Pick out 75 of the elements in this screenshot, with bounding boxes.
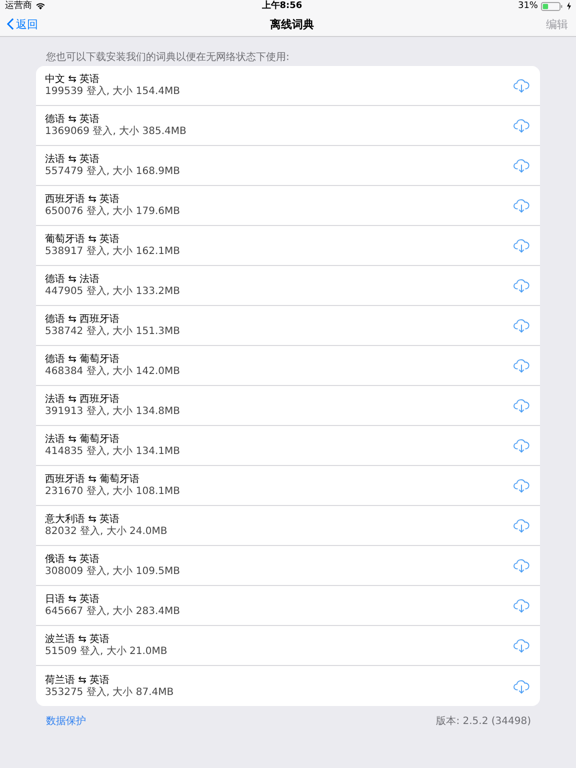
dictionary-title: 德语 ⇆ 法语 (45, 274, 101, 286)
dictionary-detail: 199539 登入, 大小 154.4MB (45, 86, 180, 97)
dictionary-detail: 447905 登入, 大小 133.2MB (45, 286, 180, 297)
dictionary-title: 意大利语 ⇆ 英语 (45, 514, 121, 526)
dictionary-title: 葡萄牙语 ⇆ 英语 (45, 234, 121, 246)
cloud-download-icon[interactable] (513, 478, 530, 493)
dictionary-row[interactable]: 德语 ⇆ 葡萄牙语 468384 登入, 大小 142.0MB (36, 346, 540, 386)
dictionary-row[interactable]: 西班牙语 ⇆ 英语 650076 登入, 大小 179.6MB (36, 186, 540, 226)
cloud-download-icon[interactable] (513, 238, 530, 253)
cloud-download-icon[interactable] (513, 518, 530, 533)
cloud-download-icon[interactable] (513, 598, 530, 613)
wifi-icon (35, 2, 46, 10)
dictionary-row[interactable]: 日语 ⇆ 英语 645667 登入, 大小 283.4MB (36, 586, 540, 626)
cloud-download-icon[interactable] (513, 158, 530, 173)
dictionary-title: 中文 ⇆ 英语 (45, 74, 101, 86)
back-button[interactable]: 返回 (7, 16, 38, 32)
cloud-download-icon[interactable] (513, 438, 530, 453)
dictionary-title: 西班牙语 ⇆ 英语 (45, 194, 121, 206)
cloud-download-icon[interactable] (513, 678, 530, 694)
dictionary-title: 法语 ⇆ 英语 (45, 154, 101, 166)
cloud-download-icon[interactable] (513, 318, 530, 333)
cloud-download-icon[interactable] (513, 358, 530, 373)
dictionary-title: 德语 ⇆ 葡萄牙语 (45, 354, 121, 366)
dictionary-detail: 468384 登入, 大小 142.0MB (45, 366, 180, 377)
cloud-download-icon[interactable] (513, 638, 530, 653)
dictionary-row[interactable]: 葡萄牙语 ⇆ 英语 538917 登入, 大小 162.1MB (36, 226, 540, 266)
version-label: 版本: 2.5.2 (34498) (436, 714, 531, 728)
page-title: 离线词典 (270, 16, 314, 32)
carrier-label: 运营商 (5, 0, 32, 12)
dictionary-detail: 414835 登入, 大小 134.1MB (45, 446, 180, 457)
dictionary-title: 西班牙语 ⇆ 葡萄牙语 (45, 474, 141, 486)
cloud-download-icon[interactable] (513, 278, 530, 293)
clock-label: 上午8:56 (262, 0, 302, 12)
dictionary-detail: 391913 登入, 大小 134.8MB (45, 406, 180, 417)
dictionary-detail: 82032 登入, 大小 24.0MB (45, 526, 168, 537)
dictionary-row[interactable]: 德语 ⇆ 西班牙语 538742 登入, 大小 151.3MB (36, 306, 540, 346)
dictionary-row[interactable]: 法语 ⇆ 葡萄牙语 414835 登入, 大小 134.1MB (36, 426, 540, 466)
battery-icon (541, 2, 564, 10)
dictionary-row[interactable]: 俄语 ⇆ 英语 308009 登入, 大小 109.5MB (36, 546, 540, 586)
cloud-download-icon[interactable] (513, 78, 530, 93)
dictionary-title: 日语 ⇆ 英语 (45, 594, 101, 606)
dictionary-row[interactable]: 荷兰语 ⇆ 英语 353275 登入, 大小 87.4MB (36, 666, 540, 706)
cloud-download-icon[interactable] (513, 198, 530, 213)
dictionary-detail: 557479 登入, 大小 168.9MB (45, 166, 180, 177)
dictionary-row[interactable]: 波兰语 ⇆ 英语 51509 登入, 大小 21.0MB (36, 626, 540, 666)
dictionary-detail: 308009 登入, 大小 109.5MB (45, 566, 180, 577)
dictionary-detail: 51509 登入, 大小 21.0MB (45, 646, 168, 657)
dictionary-detail: 538742 登入, 大小 151.3MB (45, 326, 180, 337)
cloud-download-icon[interactable] (513, 558, 530, 573)
cloud-download-icon[interactable] (513, 118, 530, 133)
chevron-left-icon (7, 18, 14, 30)
dictionary-title: 俄语 ⇆ 英语 (45, 554, 101, 566)
dictionary-title: 法语 ⇆ 西班牙语 (45, 394, 121, 406)
dictionary-title: 波兰语 ⇆ 英语 (45, 634, 111, 646)
dictionary-detail: 538917 登入, 大小 162.1MB (45, 246, 180, 257)
charging-icon (567, 2, 571, 10)
dictionary-row[interactable]: 德语 ⇆ 英语 1369069 登入, 大小 385.4MB (36, 106, 540, 146)
dictionary-detail: 353275 登入, 大小 87.4MB (45, 686, 174, 698)
dictionary-row[interactable]: 德语 ⇆ 法语 447905 登入, 大小 133.2MB (36, 266, 540, 306)
dictionary-title: 德语 ⇆ 西班牙语 (45, 314, 121, 326)
dictionary-detail: 231670 登入, 大小 108.1MB (45, 486, 180, 497)
dictionary-row[interactable]: 中文 ⇆ 英语 199539 登入, 大小 154.4MB (36, 66, 540, 106)
section-header: 您也可以下载安装我们的词典以便在无网络状态下使用: (45, 50, 290, 65)
dictionary-row[interactable]: 法语 ⇆ 西班牙语 391913 登入, 大小 134.8MB (36, 386, 540, 426)
dictionary-title: 德语 ⇆ 英语 (45, 114, 101, 126)
battery-label: 31% (518, 0, 538, 12)
dictionary-row[interactable]: 西班牙语 ⇆ 葡萄牙语 231670 登入, 大小 108.1MB (36, 466, 540, 506)
dictionary-title: 荷兰语 ⇆ 英语 (45, 674, 111, 686)
dictionary-row[interactable]: 意大利语 ⇆ 英语 82032 登入, 大小 24.0MB (36, 506, 540, 546)
dictionary-row[interactable]: 法语 ⇆ 英语 557479 登入, 大小 168.9MB (36, 146, 540, 186)
dictionary-title: 法语 ⇆ 葡萄牙语 (45, 434, 121, 446)
dictionary-detail: 645667 登入, 大小 283.4MB (45, 606, 180, 617)
dictionary-detail: 1369069 登入, 大小 385.4MB (45, 126, 186, 137)
dictionary-detail: 650076 登入, 大小 179.6MB (45, 206, 180, 217)
cloud-download-icon[interactable] (513, 398, 530, 413)
